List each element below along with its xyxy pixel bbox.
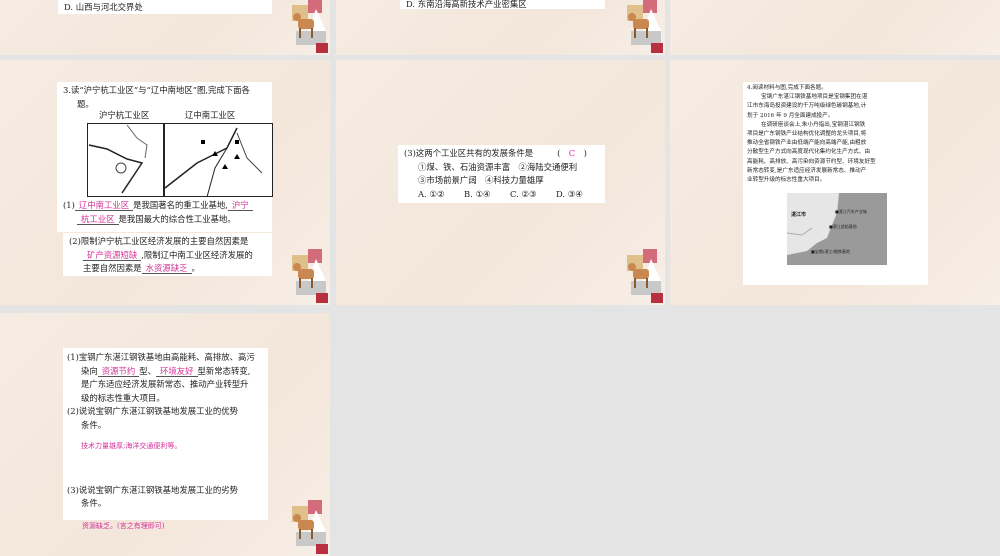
q2-end: 。 [191, 263, 200, 273]
q2-answer: 技术力量雄厚;海洋交通便利等。 [81, 442, 182, 450]
options-line-2: ③市场前景广阔 ④科技力量雄厚 [418, 175, 544, 185]
q2-text: 条件。 [81, 419, 107, 430]
q1-end: 是我国最大的综合性工业基地。 [118, 213, 236, 224]
answer-1: 资源节约 [97, 365, 140, 377]
q3-text: (3)说说宝钢广东湛江钢铁基地发展工业的劣势 [67, 484, 238, 495]
para-line: 在调研座谈会上,朱小丹指出,宝钢湛江钢铁 [761, 121, 866, 128]
options-line-1: ①煤、铁、石油资源丰富 ②海陆交通便利 [418, 161, 578, 172]
q1-text: 染向 [81, 365, 98, 376]
deer-decoration-icon [292, 0, 328, 53]
deer-decoration-icon [292, 500, 328, 554]
para-line: 江市东海岛投资建设的千万吨级绿色碳钢基地,计 [747, 103, 867, 110]
slide-thumbnail-3[interactable] [670, 0, 1000, 55]
slide-thumbnail-2[interactable]: D. 东南沿海高新技术产业密集区 [336, 0, 665, 55]
slide-thumbnail-5[interactable]: (3)这两个工业区共有的发展条件是( C ) ①煤、铁、石油资源丰富 ②海陆交通… [336, 60, 665, 305]
option-d: D. 山西与河北交界处 [64, 2, 143, 12]
option-d: D. 东南沿海高新技术产业密集区 [406, 0, 527, 9]
map-label-c: ■宝钢(湛江)钢铁基地 [811, 249, 850, 255]
q1-text: 级的标志性重大项目。 [81, 392, 165, 403]
answer-2: 环境友好 [156, 365, 198, 377]
map-label-city: 湛江市 [791, 212, 807, 219]
answer-2b: 杭工业区 [77, 213, 119, 225]
q3-text: 条件。 [81, 498, 107, 508]
q1-text: 是我国著名的重工业基地, [133, 200, 228, 210]
map-title-left: 沪宁杭工业区 [99, 110, 150, 120]
deer-decoration-icon [627, 249, 663, 303]
para-line: 项目是广东钢铁产业结构优化调整的龙头项目,将 [747, 131, 867, 138]
q2-line3: 主要自然因素是 [83, 263, 142, 273]
deer-decoration-icon [292, 249, 328, 303]
choice-d: D. ③④ [556, 188, 583, 199]
para-line: 业转型升级的标志性重大项目。 [747, 177, 826, 184]
choice-a: A. ①② [418, 188, 445, 199]
q3-answer: 资源缺乏。(言之有理即可) [82, 522, 165, 530]
q2-text: (2)说说宝钢广东湛江钢铁基地发展工业的优势 [67, 406, 238, 416]
slide-thumbnail-7[interactable]: (1)宝钢广东湛江钢铁基地由高能耗、高排放、高污 染向 资源节约 型、 环境友好 型新常… [0, 313, 330, 556]
para-line: 划于 2016 年 9 月全面建成投产。 [747, 112, 834, 119]
q1-text: (1)宝钢广东湛江钢铁基地由高能耗、高排放、高污 [67, 352, 255, 362]
q2-mid: ,限制辽中南工业区经济发展的 [141, 249, 253, 260]
q3-text: (3)这两个工业区共有的发展条件是 [404, 148, 534, 158]
answer-1: 辽中南工业区 [74, 200, 134, 211]
choice-b: B. ①④ [464, 188, 491, 199]
choice-c: C. ②③ [510, 188, 537, 199]
question-title: 4.阅读材料与图,完成下面各题。 [747, 85, 827, 91]
question-text-cont: 题。 [77, 98, 94, 109]
map-label-b: ■湛江造船基地 [829, 224, 857, 230]
slide-thumbnail-4[interactable]: 3.读“沪宁杭工业区”与“辽中南地区”图,完成下面各 题。 沪宁杭工业区 辽中南… [0, 60, 330, 305]
industrial-regions-map [87, 123, 273, 197]
q1-text: 是广东适应经济发展新常态、推动产业转型升 [81, 379, 249, 389]
para-line: 分散型生产方式向高度现代化集约化生产方式、由 [747, 149, 871, 156]
q1-text: 型、 [139, 365, 156, 376]
para-line: 宝钢广东湛江钢铁基地项目是宝钢集团在湛 [761, 94, 868, 101]
slide-thumbnail-6[interactable]: 4.阅读材料与图,完成下面各题。 宝钢广东湛江钢铁基地项目是宝钢集团在湛 江市东… [670, 60, 1000, 305]
q1-text: 型新常态转变, [197, 365, 251, 376]
q3-answer: C [568, 148, 576, 158]
zhanjiang-map: 湛江市 ■湛江汽车产业城 ■湛江造船基地 ■宝钢(湛江)钢铁基地 [787, 193, 887, 266]
map-title-right: 辽中南工业区 [185, 110, 236, 120]
answer-2a: 沪宁 [227, 200, 253, 211]
question-text: 3.读“沪宁杭工业区”与“辽中南地区”图,完成下面各 [63, 85, 250, 95]
q1-number: (1) [63, 200, 75, 210]
para-line: 推动全省钢铁产业由低端产能向高端产能,由粗放 [747, 140, 867, 147]
answer-3: 矿产资源短缺 [83, 249, 142, 261]
para-line: 新常态转变,是广东适应经济发展新常态、推动产 [747, 167, 867, 174]
para-line: 高能耗、高排放、高污染向资源节约型、环境友好型 [747, 158, 876, 165]
q2-text: (2)限制沪宁杭工业区经济发展的主要自然因素是 [69, 236, 249, 246]
slide-thumbnail-1[interactable]: D. 山西与河北交界处 [0, 0, 330, 55]
answer-4: 水资源缺乏 [141, 263, 192, 274]
deer-decoration-icon [627, 0, 663, 53]
map-label-a: ■湛江汽车产业城 [835, 209, 867, 215]
